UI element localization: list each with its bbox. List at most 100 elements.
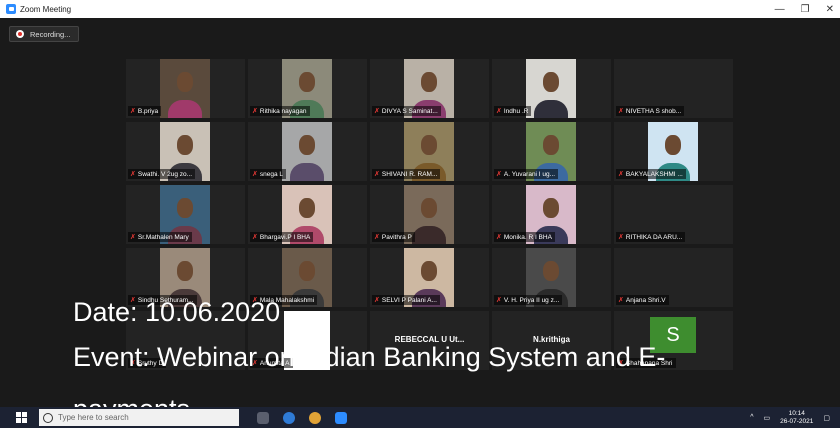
participant-tile[interactable]: ✗ Monika. R I BHA [492,185,611,244]
participant-name: V. H. Priya II ug z... [503,296,560,304]
participant-body [412,226,446,244]
muted-mic-icon: ✗ [496,107,502,115]
participant-namebar: ✗ Indhu .R [494,106,532,116]
participant-tile[interactable]: ✗ V. H. Priya II ug z... [492,248,611,307]
task-view-icon[interactable] [257,411,269,424]
participant-name: Rithika nayagan [259,107,307,115]
windows-taskbar: Type here to search ^ ▭ 10:14 26-07-2021… [0,407,840,428]
participant-face [299,197,315,218]
muted-mic-icon: ✗ [496,296,502,304]
participant-tile[interactable]: ✗ Rithika nayagan [248,59,367,118]
windows-start-icon[interactable] [16,412,27,423]
window-title: Zoom Meeting [20,4,72,14]
participant-face [421,197,437,218]
minimize-button[interactable]: — [775,4,785,15]
participant-face [177,197,193,218]
participant-face [177,71,193,92]
participant-tile[interactable]: ✗ Indhu .R [492,59,611,118]
participant-tile[interactable]: ✗ Swathi. V 2ug zo... [126,122,245,181]
participant-tile[interactable]: ✗ NIVETHA S shob... [614,59,733,118]
participant-tile[interactable]: ✗ snega L [248,122,367,181]
participant-video [160,59,210,118]
participant-face [543,260,559,281]
participant-tile[interactable]: ✗ Anjana Shri.V [614,248,733,307]
clock-date: 26-07-2021 [780,417,814,425]
participant-name: B.priya [137,107,159,115]
chevron-up-icon[interactable]: ^ [750,414,753,421]
participant-face [299,260,315,281]
participant-face [421,260,437,281]
participant-tile[interactable]: ✗ Bhargavi.P I BHA [248,185,367,244]
participant-video [526,59,576,118]
zoom-logo-icon [6,4,16,14]
window-controls: — ❐ ✕ [775,0,834,18]
participant-name: RITHIKA DA ARU... [625,233,683,241]
participant-face [543,134,559,155]
muted-mic-icon: ✗ [374,296,380,304]
muted-mic-icon: ✗ [252,170,258,178]
participant-face [299,134,315,155]
window-titlebar: Zoom Meeting — ❐ ✕ [0,0,840,18]
participant-name: Anjana Shri.V [625,296,666,304]
participant-namebar: ✗ Sr.Mathalen Mary [128,232,192,242]
participant-face [421,71,437,92]
participant-name: SHIVANI R. RAM... [381,170,438,178]
muted-mic-icon: ✗ [130,107,136,115]
participant-face [543,197,559,218]
participant-name: Pavithra P [381,233,412,241]
participant-face [421,134,437,155]
record-icon [16,30,24,38]
recording-indicator[interactable]: Recording... [9,26,80,42]
muted-mic-icon: ✗ [618,296,624,304]
muted-mic-icon: ✗ [618,170,624,178]
participant-name: snega L [259,170,284,178]
participant-namebar: ✗ Swathi. V 2ug zo... [128,169,196,179]
muted-mic-icon: ✗ [374,170,380,178]
participant-namebar: ✗ SELVI P Palani A... [372,295,440,305]
participant-body [168,100,202,118]
participant-namebar: ✗ RITHIKA DA ARU... [616,232,686,242]
maximize-button[interactable]: ❐ [801,4,810,15]
participant-namebar: ✗ DIVYA S Saminat... [372,106,441,116]
participant-tile[interactable]: ✗ DIVYA S Saminat... [370,59,489,118]
participant-body [534,100,568,118]
keyboard-icon[interactable]: ▭ [764,414,771,422]
muted-mic-icon: ✗ [130,170,136,178]
participant-tile[interactable]: ✗ A. Yuvarani I ug... [492,122,611,181]
overlay-event-line1: Event: Webinar on Indian Banking System … [73,342,666,372]
participant-name: A. Yuvarani I ug... [503,170,556,178]
participant-name: Sr.Mathalen Mary [137,233,189,241]
muted-mic-icon: ✗ [374,107,380,115]
close-button[interactable]: ✕ [826,4,834,15]
chrome-icon[interactable] [309,411,321,424]
muted-mic-icon: ✗ [496,233,502,241]
system-tray: ^ ▭ 10:14 26-07-2021 ▢ [750,407,830,428]
participant-tile[interactable]: ✗ B.priya [126,59,245,118]
muted-mic-icon: ✗ [496,170,502,178]
participant-name: Indhu .R [503,107,529,115]
participant-name: Bhargavi.P I BHA [259,233,311,241]
participant-face [177,134,193,155]
participant-namebar: ✗ Bhargavi.P I BHA [250,232,314,242]
edge-icon[interactable] [283,411,295,424]
participant-tile[interactable]: ✗ SHIVANI R. RAM... [370,122,489,181]
participant-tile[interactable]: ✗ RITHIKA DA ARU... [614,185,733,244]
notification-icon[interactable]: ▢ [823,414,830,422]
search-placeholder: Type here to search [58,413,129,422]
participant-tile[interactable]: ✗ Pavithra P [370,185,489,244]
participant-namebar: ✗ BAKYALAKSHMI ... [616,169,686,179]
participant-tile[interactable]: ✗ Sr.Mathalen Mary [126,185,245,244]
participant-name: BAKYALAKSHMI ... [625,170,683,178]
participant-tile[interactable]: ✗ SELVI P Palani A... [370,248,489,307]
participant-tile[interactable]: ✗ BAKYALAKSHMI ... [614,122,733,181]
zoom-app-icon[interactable] [335,411,347,424]
taskbar-clock[interactable]: 10:14 26-07-2021 [780,410,813,424]
muted-mic-icon: ✗ [252,107,258,115]
overlay-date: Date: 10.06.2020 [73,297,281,327]
recording-label: Recording... [30,29,71,39]
participant-namebar: ✗ NIVETHA S shob... [616,106,685,116]
muted-mic-icon: ✗ [252,233,258,241]
taskbar-search[interactable]: Type here to search [39,409,239,426]
participant-namebar: ✗ SHIVANI R. RAM... [372,169,441,179]
clock-time: 10:14 [788,410,805,418]
